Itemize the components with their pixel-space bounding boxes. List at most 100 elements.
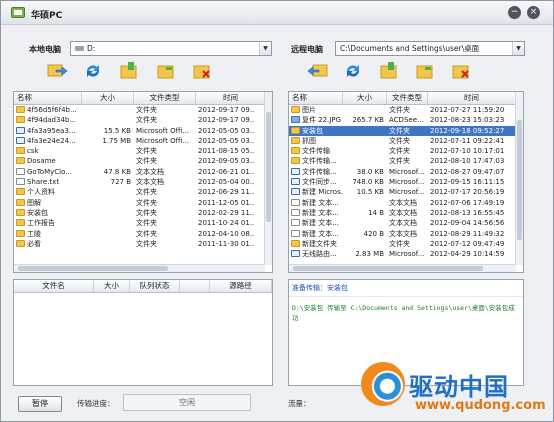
delete-icon[interactable] [191,61,213,81]
new-folder-icon[interactable] [378,61,400,81]
file-row[interactable]: 新建 文本... 14 B 文本文档 2012-08-13 16:55:45 [289,208,523,218]
col-name[interactable]: 名称 [14,92,82,104]
file-row[interactable]: 抓图 文件夹 2012-07-11 09:22:41 [289,136,523,146]
file-row[interactable]: 无线路由... 2.83 MB Microsof... 2012-04-29 10:1… [289,249,523,259]
pause-button[interactable]: 暂停 [18,396,62,412]
col-status[interactable]: 队列状态 [130,280,180,292]
folder-icon [16,106,25,113]
image-file-icon [291,116,300,124]
file-row[interactable]: 工陵 文件夹 2012-04-10 08.. [14,229,272,239]
rename-folder-icon[interactable] [155,61,177,81]
col-source[interactable]: 源路径 [210,280,272,292]
file-type: 文本文档 [389,219,417,228]
file-row[interactable]: 文件同步... 748.0 KB Microsof... 2012-09-15 16:… [289,177,523,187]
progress-box: 空闲 [123,394,251,411]
file-name: 安装包 [302,126,323,135]
file-row[interactable]: 复件 22.JPG 265.7 KB ACDSee... 2012-08-23 15:… [289,115,523,125]
file-name: 必看 [27,239,41,248]
folder-icon [16,147,25,155]
local-file-list[interactable]: 名称 大小 文件类型 时间 4f56d5f6f4b... 文件夹 2012-09-1… [13,91,273,273]
rename-folder-icon[interactable] [414,61,436,81]
file-row[interactable]: 个人资料 文件夹 2012-06-29 11.. [14,187,272,197]
delete-icon[interactable] [450,61,472,81]
remote-vscrollbar[interactable] [515,92,523,265]
file-type: 文件夹 [389,157,410,166]
file-time: 2012-07-27 11:59:20 [430,106,505,114]
col-type[interactable]: 文件类型 [134,92,196,104]
chevron-down-icon[interactable]: ▼ [259,42,271,55]
file-name: 4fa3a95ea3... [27,126,76,135]
file-time: 2011-10-24 01.. [198,219,255,228]
col-time[interactable]: 时间 [428,92,516,104]
file-name: csk [27,147,39,156]
file-row[interactable]: 4f94dad34b... 文件夹 2012-09-17 09.. [14,115,272,125]
file-row[interactable]: 必看 文件夹 2011-11-30 01.. [14,239,272,249]
chevron-down-icon[interactable]: ▼ [512,42,524,55]
file-type: Microsoft Offi... [136,136,190,145]
minimize-icon[interactable]: − [508,6,521,19]
col-size[interactable]: 大小 [82,92,134,104]
file-time: 2012-08-23 15:03:23 [430,116,505,125]
file-time: 2012-08-10 17:47:03 [430,157,505,166]
file-size: 727 B [110,178,131,187]
watermark-logo-icon [361,362,405,406]
upload-arrow-icon[interactable] [46,61,68,81]
file-row[interactable]: 新建 文本... 420 B 文本文档 2012-08-29 11:49:32 [289,229,523,239]
remote-path-combo[interactable]: C:\Documents and Settings\user\桌面 ▼ [335,41,525,56]
file-name: 新建 文本... [302,208,339,217]
file-row[interactable]: 4fa3e24e24... 1.75 MB Microsoft Offi... 201… [14,136,272,146]
col-name[interactable]: 名称 [289,92,343,104]
log-line-success: D:\安装包 传输至 C:\Documents and Settings\use… [292,304,515,322]
file-row[interactable]: 文件传输 文件夹 2012-07-10 10:17:01 [289,146,523,156]
col-filename[interactable]: 文件名 [14,280,94,292]
file-time: 2012-08-13 16:55:45 [430,208,505,217]
file-row[interactable]: 安装包 文件夹 2012-09-18 09:52:27 [289,125,523,136]
col-size[interactable]: 大小 [343,92,387,104]
folder-icon [16,198,25,206]
document-icon [291,178,300,186]
file-time: 2012-07-10 10:17:01 [430,147,505,156]
transfer-queue[interactable]: 文件名 大小 队列状态 源路径 [13,279,273,386]
file-row[interactable]: 新建文件夹 文件夹 2012-07-12 09:47:49 [289,239,523,249]
refresh-icon[interactable] [342,61,364,81]
col-size[interactable]: 大小 [94,280,130,292]
file-row[interactable]: GoToMyClo... 47.8 KB 文本文档 2012-06-21 01.. [14,167,272,177]
file-row[interactable]: 工作报告 文件夹 2011-10-24 01.. [14,218,272,228]
file-time: 2011-08-15 05.. [198,147,255,156]
file-row[interactable]: 4fa3a95ea3... 15.5 KB Microsoft Offi... 201… [14,126,272,136]
refresh-icon[interactable] [82,61,104,81]
local-path-combo[interactable]: D: ▼ [70,41,272,56]
col-type[interactable]: 文件类型 [387,92,428,104]
file-name: 工陵 [27,229,41,238]
local-hscrollbar[interactable] [14,264,265,272]
file-time: 2012-05-04 00.. [198,178,255,187]
file-type: 文件夹 [136,147,157,156]
file-row[interactable]: 文件传输... 38.0 KB Microsof... 2012-08-27 09:4… [289,167,523,177]
file-row[interactable]: Share.txt 727 B 文本文档 2012-05-04 00.. [14,177,272,187]
file-type: 文件夹 [136,219,157,228]
file-name: 文件传输... [302,157,337,166]
file-row[interactable]: 新建 文本... 文本文档 2012-07-06 17:49:19 [289,198,523,208]
col-time[interactable]: 时间 [196,92,266,104]
remote-hscrollbar[interactable] [289,264,516,272]
remote-file-list[interactable]: 名称 大小 文件类型 时间 图片 文件夹 2012-07-27 11:59:20 复件… [288,91,524,273]
new-folder-icon[interactable] [118,61,140,81]
file-row[interactable]: csk 文件夹 2011-08-15 05.. [14,146,272,156]
file-row[interactable]: 文件传输... 文件夹 2012-08-10 17:47:03 [289,156,523,166]
download-arrow-icon[interactable] [307,61,329,81]
file-row[interactable]: 安装包 文件夹 2012-02-29 11.. [14,208,272,218]
file-name: 文件同步... [302,178,337,187]
local-vscrollbar[interactable] [264,92,272,265]
file-size: 2.83 MB [355,250,384,259]
file-row[interactable]: 新建 文本... 文本文档 2012-09-04 14:56:56 [289,218,523,228]
folder-icon [16,229,25,237]
file-row[interactable]: Dosame 文件夹 2012-09-05 03.. [14,156,272,166]
window-title: 华硕PC [31,11,63,21]
close-icon[interactable]: × [527,6,540,19]
file-name: GoToMyClo... [27,167,72,176]
folder-icon [16,239,25,247]
file-row[interactable]: 图解 文件夹 2011-12-05 01.. [14,198,272,208]
file-row[interactable]: 新建 Micros... 10.5 KB Microsof... 2012-07-17… [289,187,523,197]
file-row[interactable]: 4f56d5f6f4b... 文件夹 2012-09-17 09.. [14,105,272,115]
file-row[interactable]: 图片 文件夹 2012-07-27 11:59:20 [289,105,523,115]
